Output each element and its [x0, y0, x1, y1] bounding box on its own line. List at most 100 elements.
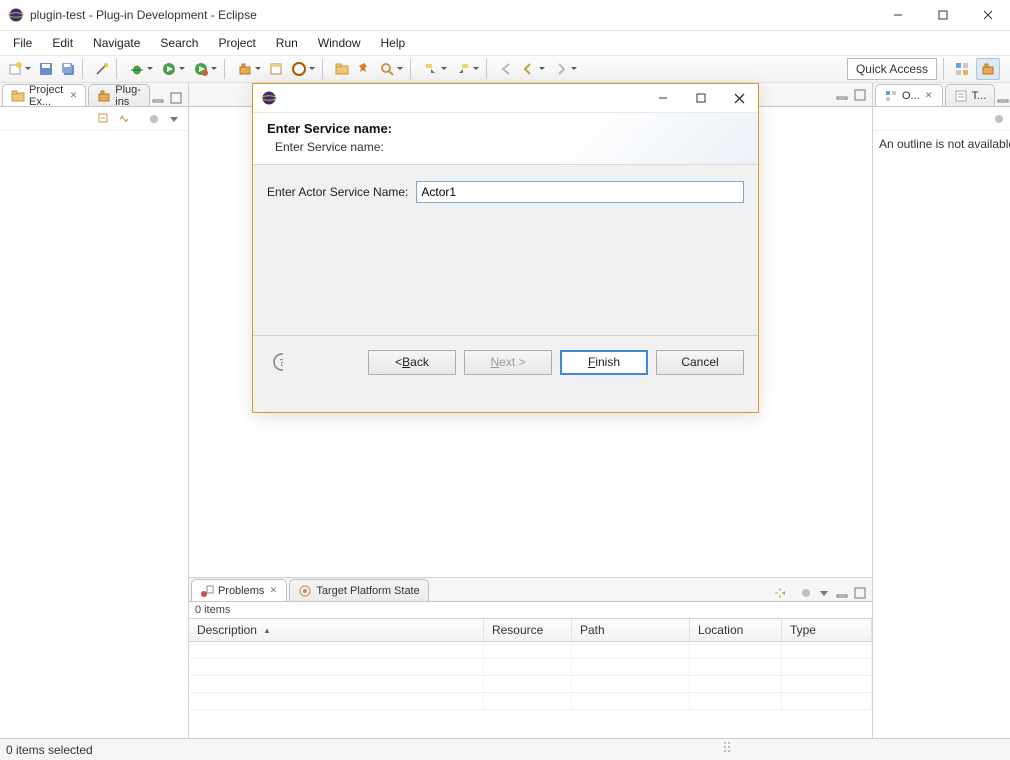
filter-icon[interactable] [991, 111, 1007, 127]
minimize-view-icon[interactable] [834, 585, 850, 601]
menu-window[interactable]: Window [309, 32, 370, 54]
tab-problems-label: Problems [218, 585, 264, 597]
tab-outline[interactable]: O... ✕ [875, 84, 943, 106]
left-tabfolder-head: Project Ex... ✕ Plug-ins [0, 83, 188, 107]
dialog-maximize-button[interactable] [682, 84, 720, 112]
dialog-back-button[interactable]: < Back [368, 350, 456, 375]
problems-table-rows [189, 642, 872, 710]
close-icon[interactable]: ✕ [70, 91, 78, 101]
pde-perspective-button[interactable] [976, 58, 1000, 80]
run-last-button[interactable] [190, 59, 220, 79]
perspective-switcher [943, 58, 1000, 80]
window-controls [875, 1, 1010, 30]
actor-service-name-input[interactable] [416, 181, 744, 203]
menu-search[interactable]: Search [151, 32, 207, 54]
dialog-close-button[interactable] [720, 84, 758, 112]
tab-outline-label: O... [902, 90, 920, 102]
tab-target-platform[interactable]: Target Platform State [289, 579, 428, 601]
menu-edit[interactable]: Edit [43, 32, 82, 54]
toolbar-sep [486, 59, 492, 79]
window-maximize-button[interactable] [920, 1, 965, 30]
close-icon[interactable]: ✕ [924, 91, 934, 101]
quick-access-field[interactable]: Quick Access [847, 58, 937, 80]
nav-back-history-button[interactable] [518, 59, 548, 79]
tasklist-icon [954, 89, 968, 103]
new-wizard-button[interactable] [4, 59, 34, 79]
project-explorer-body[interactable] [0, 131, 188, 738]
toolbar-sep [82, 59, 88, 79]
maximize-view-icon[interactable] [168, 90, 184, 106]
nav-forward-button[interactable] [550, 59, 580, 79]
open-project-icon[interactable] [332, 59, 352, 79]
minimize-view-icon[interactable] [150, 90, 166, 106]
problems-col-description[interactable]: Description▲ [189, 619, 484, 641]
wand-icon[interactable] [92, 59, 112, 79]
trim-grip-icon[interactable] [724, 742, 730, 758]
view-menu-chevron-icon[interactable] [166, 111, 182, 127]
problems-col-resource[interactable]: Resource [484, 619, 572, 641]
left-view-stack: Project Ex... ✕ Plug-ins [0, 83, 189, 738]
tab-tasklist-label: T... [972, 90, 987, 102]
nav-back-button[interactable] [496, 59, 516, 79]
dialog-finish-button[interactable]: Finish [560, 350, 648, 375]
filter-icon[interactable] [798, 585, 814, 601]
problems-table[interactable]: Description▲ Resource Path Location Type [189, 618, 872, 738]
problems-icon [200, 584, 214, 598]
dialog-banner: Enter Service name: Enter Service name: [253, 113, 758, 165]
open-perspective-button[interactable] [950, 58, 974, 80]
right-tabfolder-head: O... ✕ T... [873, 83, 1010, 107]
run-button[interactable] [158, 59, 188, 79]
open-manifest-button[interactable] [266, 59, 286, 79]
bottom-tabfolder-head: Problems ✕ Target Platform State [189, 578, 872, 602]
close-icon[interactable]: ✕ [268, 586, 278, 596]
tab-plugins[interactable]: Plug-ins [88, 84, 150, 106]
table-row[interactable] [189, 642, 872, 659]
dialog-next-button[interactable]: Next > [464, 350, 552, 375]
next-annotation-button[interactable] [420, 59, 450, 79]
problems-count-label: 0 items [189, 602, 872, 618]
menu-file[interactable]: File [4, 32, 41, 54]
minimize-view-icon[interactable] [995, 90, 1010, 106]
menu-navigate[interactable]: Navigate [84, 32, 149, 54]
menu-project[interactable]: Project [209, 32, 264, 54]
problems-col-path[interactable]: Path [572, 619, 690, 641]
debug-button[interactable] [126, 59, 156, 79]
save-button[interactable] [36, 59, 56, 79]
prev-annotation-button[interactable] [452, 59, 482, 79]
menu-run[interactable]: Run [267, 32, 307, 54]
dialog-minimize-button[interactable] [644, 84, 682, 112]
save-all-button[interactable] [58, 59, 78, 79]
toolbar-sep [322, 59, 328, 79]
tab-project-explorer[interactable]: Project Ex... ✕ [2, 84, 86, 106]
problems-col-location[interactable]: Location [690, 619, 782, 641]
right-tab-toolbar [995, 90, 1010, 106]
minimize-view-icon[interactable] [834, 87, 850, 103]
dialog-help-button[interactable]: ? [267, 351, 289, 373]
maximize-view-icon[interactable] [852, 87, 868, 103]
filter-icon[interactable] [146, 111, 162, 127]
collapse-all-icon[interactable] [96, 111, 112, 127]
left-tab-toolbar [150, 90, 188, 106]
window-close-button[interactable] [965, 1, 1010, 30]
view-menu-chevron-icon[interactable] [816, 585, 832, 601]
search-button[interactable] [376, 59, 406, 79]
new-plugin-button[interactable] [234, 59, 264, 79]
open-type-button[interactable] [288, 59, 318, 79]
table-row[interactable] [189, 659, 872, 676]
maximize-view-icon[interactable] [852, 585, 868, 601]
toolbar-right: Quick Access [847, 58, 1006, 80]
toolbar-sep [410, 59, 416, 79]
problems-col-type[interactable]: Type [782, 619, 872, 641]
service-name-dialog: Enter Service name: Enter Service name: … [252, 83, 759, 413]
window-minimize-button[interactable] [875, 1, 920, 30]
tab-tasklist[interactable]: T... [945, 84, 996, 106]
dialog-cancel-button[interactable]: Cancel [656, 350, 744, 375]
menu-help[interactable]: Help [372, 32, 415, 54]
table-row[interactable] [189, 676, 872, 693]
tab-problems[interactable]: Problems ✕ [191, 579, 287, 601]
focus-icon[interactable] [772, 585, 788, 601]
dialog-banner-title: Enter Service name: [267, 121, 744, 136]
link-editor-icon[interactable] [116, 111, 132, 127]
table-row[interactable] [189, 693, 872, 710]
pin-icon[interactable] [354, 59, 374, 79]
